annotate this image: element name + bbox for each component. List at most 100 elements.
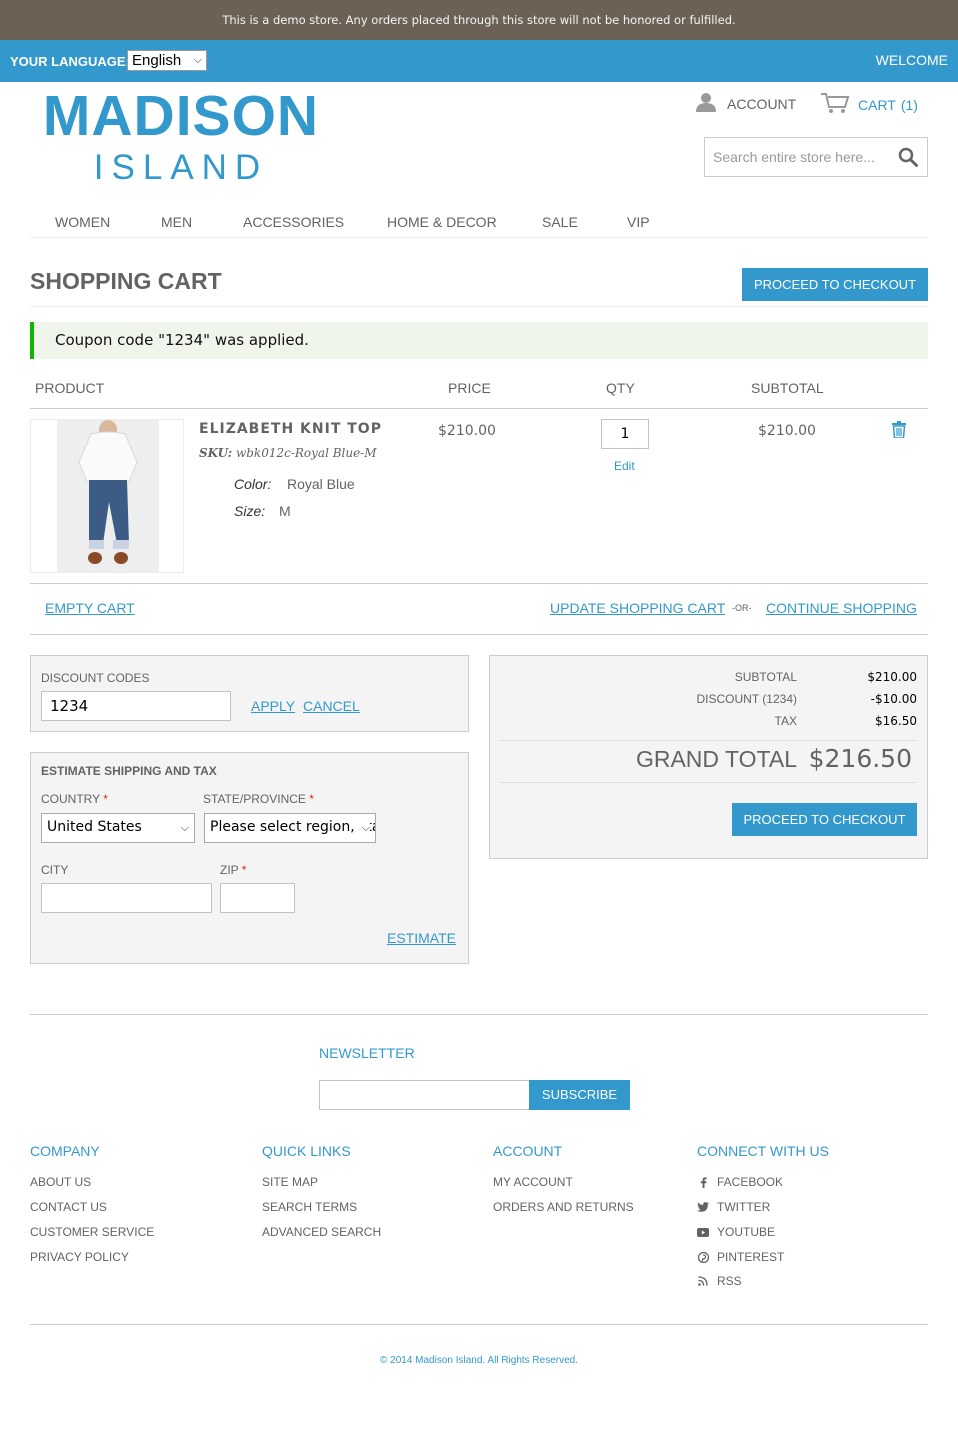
divider [500, 740, 916, 741]
option-value-size: M [279, 503, 291, 519]
trash-icon[interactable] [892, 421, 906, 441]
discount-code-input[interactable]: 1234 [41, 691, 231, 721]
zip-label: ZIP * [220, 863, 247, 877]
newsletter-title: NEWSLETTER [319, 1045, 415, 1061]
search-icon[interactable] [898, 147, 918, 170]
divider [30, 583, 928, 584]
facebook-icon [697, 1176, 709, 1188]
estimate-link[interactable]: ESTIMATE [387, 930, 456, 946]
apply-link[interactable]: APPLY [251, 698, 295, 714]
shipping-heading: ESTIMATE SHIPPING AND TAX [41, 764, 217, 778]
store-logo[interactable]: MADISON ISLAND [36, 86, 326, 188]
city-label: CITY [41, 863, 69, 877]
empty-cart-link[interactable]: EMPTY CART [45, 600, 135, 616]
continue-shopping-link[interactable]: CONTINUE SHOPPING [766, 600, 917, 616]
social-link-rss[interactable]: RSS [697, 1274, 742, 1288]
twitter-icon [697, 1202, 709, 1212]
social-link-youtube[interactable]: YOUTUBE [697, 1225, 775, 1239]
sku-value: wbk012c-Royal Blue-M [235, 446, 377, 460]
totals-tax-label: TAX [774, 714, 797, 728]
divider [30, 408, 928, 409]
demo-store-notice: This is a demo store. Any orders placed … [0, 0, 958, 40]
youtube-icon [697, 1227, 709, 1237]
state-label: STATE/PROVINCE * [203, 792, 314, 806]
nav-item-vip[interactable]: VIP [627, 214, 650, 230]
totals-subtotal-value: $210.00 [867, 670, 917, 684]
update-cart-link[interactable]: UPDATE SHOPPING CART [550, 600, 725, 616]
footer-company-title: COMPANY [30, 1143, 100, 1159]
footer-link-my-account[interactable]: MY ACCOUNT [493, 1175, 573, 1189]
footer-account-title: ACCOUNT [493, 1143, 563, 1159]
column-header-price: PRICE [448, 380, 491, 396]
nav-item-sale[interactable]: SALE [542, 214, 578, 230]
proceed-to-checkout-button[interactable]: PROCEED TO CHECKOUT [742, 268, 928, 301]
cancel-link[interactable]: CANCEL [303, 698, 360, 714]
welcome-text: WELCOME [875, 52, 948, 68]
language-select[interactable]: English ⌵ [127, 50, 207, 71]
divider [30, 306, 928, 307]
logo-main-text: MADISON [42, 84, 320, 148]
product-image[interactable] [30, 419, 184, 573]
totals-subtotal-label: SUBTOTAL [734, 670, 797, 684]
footer-quick-links-title: QUICK LINKS [262, 1143, 351, 1159]
city-input[interactable] [41, 883, 212, 913]
totals-tax-value: $16.50 [875, 714, 917, 728]
footer-link-contact-us[interactable]: CONTACT US [30, 1200, 107, 1214]
social-link-pinterest[interactable]: PINTEREST [697, 1250, 784, 1264]
subscribe-button[interactable]: SUBSCRIBE [529, 1080, 630, 1110]
country-select[interactable]: United States ⌵ [41, 813, 195, 843]
rss-icon [697, 1276, 709, 1286]
language-select-value: English [132, 52, 182, 69]
shipping-estimate-panel: ESTIMATE SHIPPING AND TAX COUNTRY * Unit… [30, 752, 469, 964]
footer-connect-title: CONNECT WITH US [697, 1143, 829, 1159]
divider [30, 1324, 928, 1325]
country-label: COUNTRY * [41, 792, 108, 806]
language-label: YOUR LANGUAGE: [10, 54, 130, 69]
nav-item-home-decor[interactable]: HOME & DECOR [387, 214, 497, 230]
footer-link-search-terms[interactable]: SEARCH TERMS [262, 1200, 357, 1214]
nav-item-accessories[interactable]: ACCESSORIES [243, 214, 344, 230]
cart-icon [820, 92, 850, 117]
chevron-down-icon: ⌵ [178, 814, 189, 841]
totals-discount-label: DISCOUNT (1234) [696, 692, 797, 706]
product-name[interactable]: ELIZABETH KNIT TOP [199, 421, 382, 437]
account-link[interactable]: ACCOUNT [695, 92, 796, 115]
nav-item-men[interactable]: MEN [161, 214, 192, 230]
success-message: Coupon code "1234" was applied. [30, 322, 928, 359]
copyright-text: © 2014 Madison Island. All Rights Reserv… [379, 1355, 579, 1366]
option-label-size: Size: [234, 503, 266, 519]
state-value: Please select region, state or province [210, 819, 375, 835]
footer-link-site-map[interactable]: SITE MAP [262, 1175, 318, 1189]
logo-sub-text: ISLAND [93, 148, 269, 187]
proceed-to-checkout-button-bottom[interactable]: PROCEED TO CHECKOUT [732, 803, 917, 836]
nav-item-women[interactable]: WOMEN [55, 214, 110, 230]
grand-total-label: GRAND TOTAL [635, 746, 797, 772]
quantity-input[interactable]: 1 [601, 419, 649, 449]
cart-label: CART [858, 96, 896, 113]
divider [30, 1014, 928, 1015]
cart-link[interactable]: CART (1) [820, 92, 918, 117]
zip-input[interactable] [220, 883, 295, 913]
grand-total-value: $216.50 [808, 744, 912, 773]
divider [500, 782, 916, 783]
discount-panel: DISCOUNT CODES 1234 APPLY CANCEL [30, 655, 469, 732]
user-icon [695, 92, 717, 115]
state-select[interactable]: Please select region, state or province … [204, 813, 376, 843]
chevron-down-icon: ⌵ [359, 814, 370, 841]
account-label: ACCOUNT [727, 95, 797, 112]
footer-link-advanced-search[interactable]: ADVANCED SEARCH [262, 1225, 381, 1239]
item-subtotal: $210.00 [758, 423, 816, 439]
footer-link-orders-returns[interactable]: ORDERS AND RETURNS [493, 1200, 634, 1214]
column-header-subtotal: SUBTOTAL [751, 380, 824, 396]
footer-link-customer-service[interactable]: CUSTOMER SERVICE [30, 1225, 154, 1239]
pinterest-icon [697, 1251, 709, 1263]
newsletter-email-input[interactable] [319, 1080, 530, 1110]
or-separator: -OR- [732, 603, 752, 613]
social-link-twitter[interactable]: TWITTER [697, 1200, 770, 1214]
language-bar: YOUR LANGUAGE: English ⌵ WELCOME [0, 40, 958, 82]
social-link-facebook[interactable]: FACEBOOK [697, 1175, 783, 1189]
search-input[interactable]: Search entire store here... [704, 137, 928, 177]
footer-link-privacy-policy[interactable]: PRIVACY POLICY [30, 1250, 129, 1264]
edit-item-link[interactable]: Edit [614, 459, 635, 473]
footer-link-about-us[interactable]: ABOUT US [30, 1175, 91, 1189]
